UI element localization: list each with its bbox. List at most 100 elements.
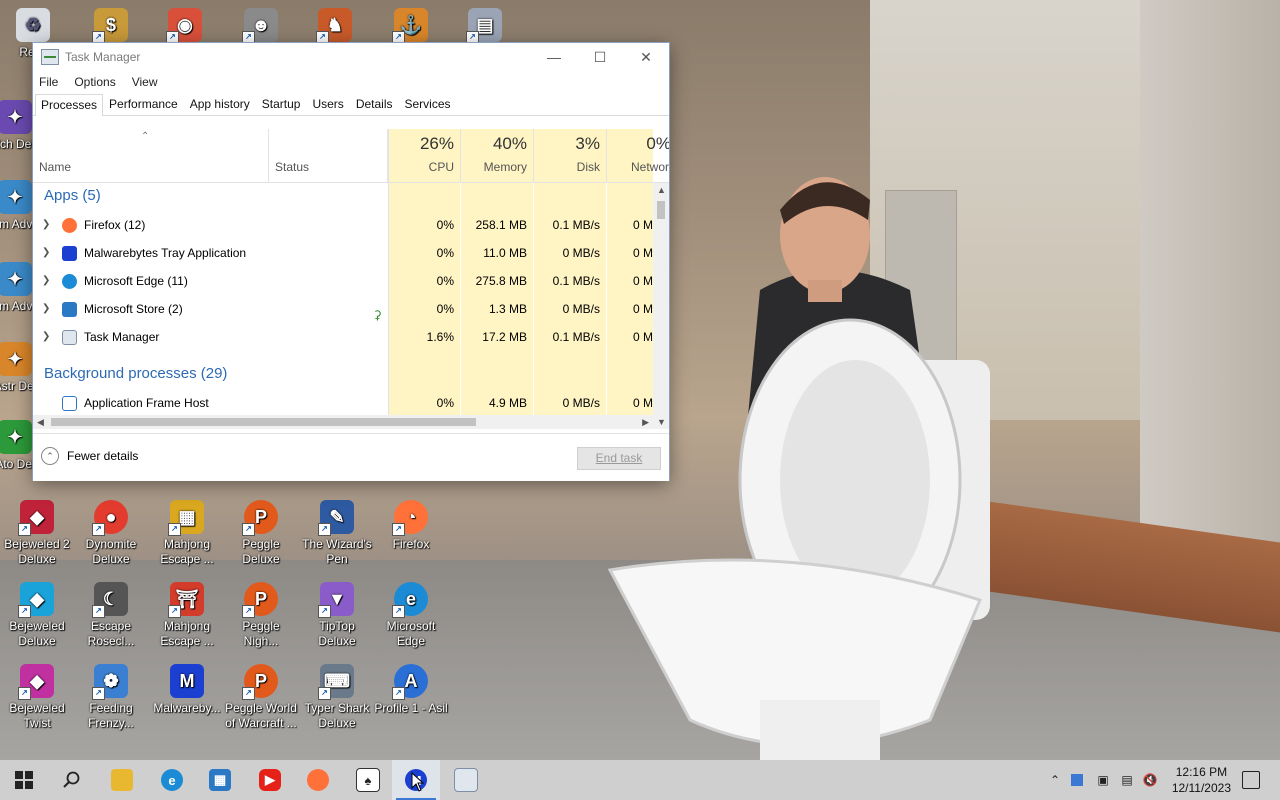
column-header-memory[interactable]: 40% Memory: [461, 129, 534, 183]
column-header-network[interactable]: 0% Network: [607, 129, 669, 183]
desktop-icon-firefox[interactable]: ◔ ↗ Firefox: [374, 500, 448, 552]
desktop-icon-profile-1-asil[interactable]: A ↗ Profile 1 - Asil: [374, 664, 448, 716]
horizontal-scrollbar[interactable]: ◀ ▶: [33, 415, 653, 429]
tab-users[interactable]: Users: [306, 93, 349, 115]
process-row-store[interactable]: ❯ Microsoft Store (2) ⚳ 0% 1.3 MB 0 MB/s…: [33, 295, 653, 323]
taskbar-edge[interactable]: e: [148, 760, 196, 800]
tab-details[interactable]: Details: [350, 93, 399, 115]
desktop-icon-mahjong-escape-2[interactable]: ⛩ ↗ Mahjong Escape ...: [150, 582, 224, 649]
search-button[interactable]: [48, 760, 96, 800]
column-header-disk[interactable]: 3% Disk: [534, 129, 607, 183]
desktop-icon-wizards-pen[interactable]: ✎ ↗ The Wizard's Pen: [300, 500, 374, 567]
chevron-up-icon[interactable]: ⌃: [1047, 772, 1063, 788]
taskbar-firefox[interactable]: [294, 760, 342, 800]
peggle-icon: P ↗: [242, 664, 278, 700]
end-task-button[interactable]: End task: [577, 447, 661, 470]
escape-icon: ☾ ↗: [92, 582, 128, 618]
expand-chevron-icon[interactable]: ❯: [42, 267, 50, 295]
disk-total: 3%: [575, 134, 600, 153]
expand-chevron-icon[interactable]: ❯: [42, 323, 50, 351]
process-row-malwarebytes[interactable]: ❯ Malwarebytes Tray Application 0% 11.0 …: [33, 239, 653, 267]
column-header-cpu[interactable]: 26% CPU: [388, 129, 461, 183]
desktop-icon-feeding-frenzy[interactable]: ❁ ↗ Feeding Frenzy...: [74, 664, 148, 731]
menu-options[interactable]: Options: [74, 75, 115, 89]
desktop-icon-dynomite-deluxe[interactable]: ● ↗ Dynomite Deluxe: [74, 500, 148, 567]
game-icon: ◉ ↗: [166, 8, 202, 44]
group-header-background[interactable]: Background processes (29): [44, 365, 227, 382]
desktop-icon-label: Escape Rosecl...: [87, 619, 135, 648]
group-header-apps[interactable]: Apps (5): [44, 187, 101, 204]
desktop-icon-typer-shark[interactable]: ⌨ ↗ Typer Shark Deluxe: [300, 664, 374, 731]
column-header-status[interactable]: Status: [268, 129, 388, 183]
taskbar-solitaire[interactable]: ♠: [344, 760, 392, 800]
dynomite-icon: ● ↗: [92, 500, 128, 536]
tab-performance[interactable]: Performance: [103, 93, 184, 115]
desktop-icon-top-3[interactable]: ☻ ↗: [224, 8, 298, 45]
scroll-thumb[interactable]: [657, 201, 665, 219]
maximize-button[interactable]: ☐: [577, 43, 623, 71]
network-icon[interactable]: ▤: [1119, 772, 1135, 788]
desktop-icon-top-4[interactable]: ♞ ↗: [298, 8, 372, 45]
desktop-icon-peggle-nights[interactable]: P ↗ Peggle Nigh...: [224, 582, 298, 649]
desktop-icon-top-5[interactable]: ⚓ ↗: [374, 8, 448, 45]
desktop-icon-top-1[interactable]: $ ↗: [74, 8, 148, 45]
chevron-up-icon: ⌃: [41, 447, 59, 465]
vertical-scrollbar[interactable]: ▲ ▼: [653, 183, 669, 429]
title-bar[interactable]: Task Manager — ☐ ✕: [33, 43, 669, 71]
close-button[interactable]: ✕: [623, 43, 669, 71]
expand-chevron-icon[interactable]: ❯: [42, 211, 50, 239]
menu-bar: File Options View: [33, 71, 669, 93]
desktop-icon-escape-rosecliff[interactable]: ☾ ↗ Escape Rosecl...: [74, 582, 148, 649]
expand-chevron-icon[interactable]: ❯: [42, 239, 50, 267]
scroll-thumb[interactable]: [51, 418, 476, 426]
tab-processes[interactable]: Processes: [35, 94, 104, 116]
start-icon: [15, 771, 33, 789]
menu-view[interactable]: View: [132, 75, 158, 89]
minimize-button[interactable]: —: [531, 43, 577, 71]
display-icon[interactable]: [1071, 774, 1083, 786]
process-row-firefox[interactable]: ❯ Firefox (12) 0% 258.1 MB 0.1 MB/s 0 M: [33, 211, 653, 239]
process-row-task-manager[interactable]: ❯ Task Manager 1.6% 17.2 MB 0.1 MB/s 0 M: [33, 323, 653, 351]
meet-now-icon[interactable]: ▣: [1095, 772, 1111, 788]
expand-chevron-icon[interactable]: ❯: [42, 295, 50, 323]
desktop-icon-label: Mahjong Escape ...: [160, 537, 214, 566]
column-header-name[interactable]: ⌃ Name: [33, 129, 268, 183]
scroll-right-icon[interactable]: ▶: [642, 417, 649, 428]
clock[interactable]: 12:16 PM 12/11/2023: [1172, 764, 1231, 796]
process-row-app-frame-host[interactable]: Application Frame Host 0% 4.9 MB 0 MB/s …: [33, 389, 653, 417]
taskbar-task-manager[interactable]: [442, 760, 490, 800]
notification-icon[interactable]: [1242, 771, 1260, 789]
tab-services[interactable]: Services: [399, 93, 457, 115]
desktop-icon-bejeweled-twist[interactable]: ◆ ↗ Bejeweled Twist: [0, 664, 74, 731]
scroll-up-icon[interactable]: ▲: [657, 185, 666, 195]
desktop-icon-bejeweled-2-deluxe[interactable]: ◆ ↗ Bejeweled 2 Deluxe: [0, 500, 74, 567]
task-manager-icon: [454, 768, 478, 792]
footer-bar: ⌃ Fewer details End task: [33, 433, 669, 481]
scroll-left-icon[interactable]: ◀: [37, 417, 44, 428]
desktop-icon-malwarebytes[interactable]: M Malwareby...: [150, 664, 224, 716]
taskbar-store[interactable]: ▦: [196, 760, 244, 800]
desktop-icon-top-6[interactable]: ▤ ↗: [448, 8, 522, 45]
start-button[interactable]: [0, 760, 48, 800]
desktop-icon-tiptop-deluxe[interactable]: ▼ ↗ TipTop Deluxe: [300, 582, 374, 649]
desktop-icon-mahjong-escape-1[interactable]: ▦ ↗ Mahjong Escape ...: [150, 500, 224, 567]
taskbar-youtube[interactable]: ▶: [246, 760, 294, 800]
process-row-edge[interactable]: ❯ Microsoft Edge (11) 0% 275.8 MB 0.1 MB…: [33, 267, 653, 295]
desktop-icon-label: Microsoft Edge: [386, 619, 436, 648]
tab-startup[interactable]: Startup: [256, 93, 307, 115]
desktop-icon-peggle-wow[interactable]: P ↗ Peggle World of Warcraft ...: [224, 664, 298, 731]
fewer-details-button[interactable]: ⌃ Fewer details: [41, 447, 138, 465]
shark-icon: ⌨ ↗: [318, 664, 354, 700]
menu-file[interactable]: File: [39, 75, 58, 89]
tab-app-history[interactable]: App history: [184, 93, 256, 115]
desktop-icon-peggle-deluxe[interactable]: P ↗ Peggle Deluxe: [224, 500, 298, 567]
volume-muted-icon[interactable]: 🔇: [1142, 772, 1158, 788]
memory-label: Memory: [483, 160, 527, 174]
peggle-icon: P ↗: [242, 500, 278, 536]
desktop-icon-microsoft-edge[interactable]: e ↗ Microsoft Edge: [374, 582, 448, 649]
taskbar-file-explorer[interactable]: [98, 760, 146, 800]
desktop-icon-top-2[interactable]: ◉ ↗: [148, 8, 222, 45]
scroll-down-icon[interactable]: ▼: [657, 417, 666, 427]
bejeweled-icon: ◆ ↗: [18, 582, 54, 618]
desktop-icon-bejeweled-deluxe[interactable]: ◆ ↗ Bejeweled Deluxe: [0, 582, 74, 649]
